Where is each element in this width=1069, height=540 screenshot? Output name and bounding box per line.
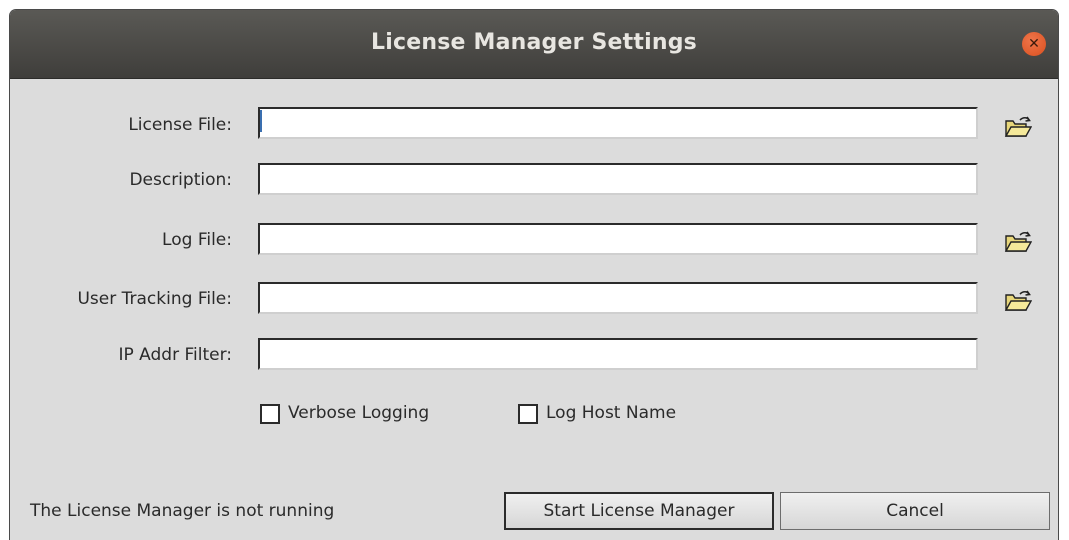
user-tracking-file-label: User Tracking File: [77, 289, 232, 309]
ip-addr-filter-label: IP Addr Filter: [118, 345, 232, 365]
verbose-logging-checkbox[interactable] [260, 404, 280, 424]
status-text: The License Manager is not running [30, 501, 335, 521]
start-license-manager-button[interactable]: Start License Manager [504, 492, 774, 530]
log-file-input[interactable] [258, 223, 978, 255]
folder-open-icon[interactable] [1004, 115, 1032, 139]
folder-open-icon[interactable] [1004, 289, 1032, 313]
description-label: Description: [129, 170, 232, 190]
license-file-label: License File: [128, 115, 232, 135]
license-file-input[interactable] [258, 107, 978, 139]
license-file-field-wrap [258, 107, 978, 139]
license-manager-dialog: License Manager Settings ✕ License File:… [10, 10, 1058, 540]
dialog-title: License Manager Settings [371, 30, 697, 55]
log-host-name-checkbox[interactable] [518, 404, 538, 424]
user-tracking-file-input[interactable] [258, 282, 978, 314]
folder-open-icon[interactable] [1004, 230, 1032, 254]
log-host-name-label: Log Host Name [546, 403, 677, 423]
close-icon[interactable]: ✕ [1022, 32, 1046, 56]
log-file-label: Log File: [162, 230, 232, 250]
ip-addr-filter-input[interactable] [258, 338, 978, 370]
title-bar[interactable]: License Manager Settings ✕ [10, 10, 1058, 79]
verbose-logging-label: Verbose Logging [288, 403, 430, 423]
description-input[interactable] [258, 163, 978, 195]
dialog-body: License File: Description: Log File: Use… [10, 79, 1058, 540]
cancel-button[interactable]: Cancel [780, 492, 1050, 530]
